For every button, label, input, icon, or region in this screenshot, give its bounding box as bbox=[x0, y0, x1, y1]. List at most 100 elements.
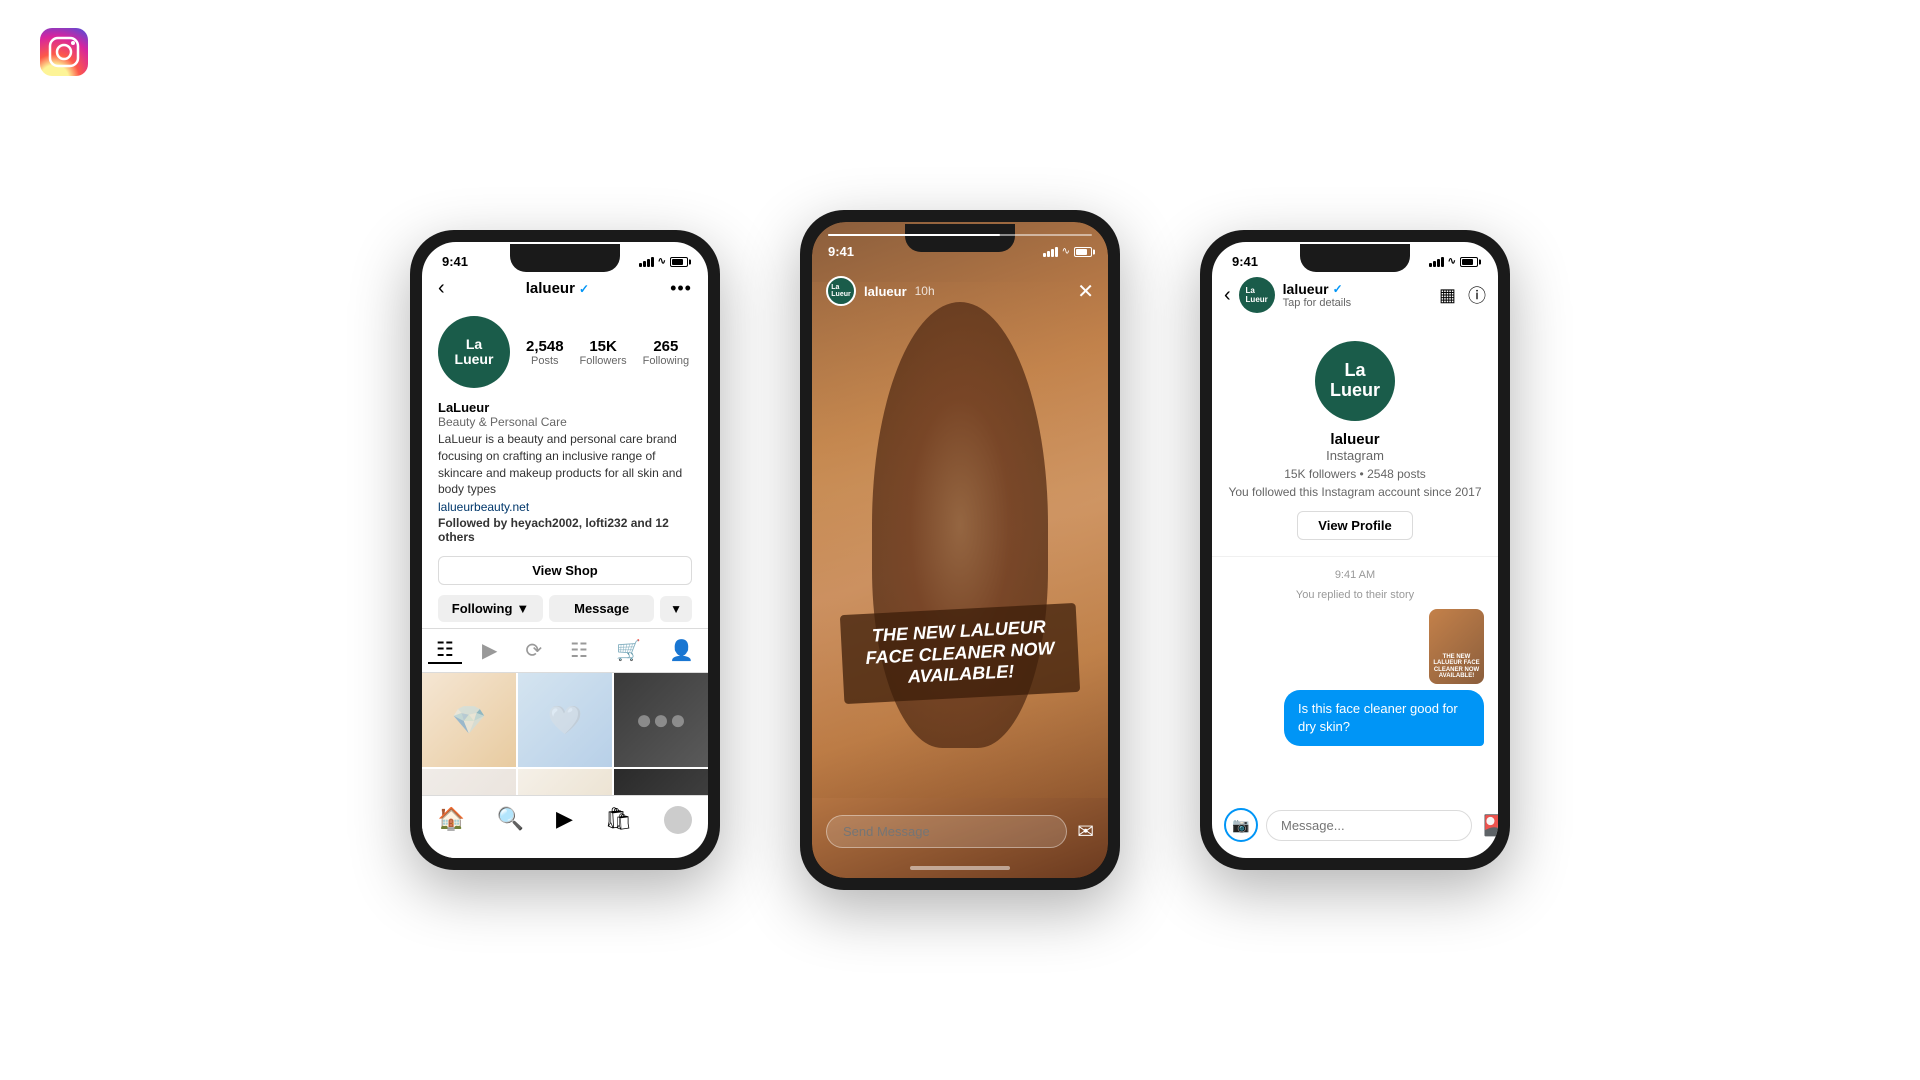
reels-nav-icon[interactable]: ▶ bbox=[556, 806, 573, 834]
grid-cell-3[interactable]: ●●● bbox=[614, 673, 708, 767]
dm-header-avatar[interactable]: LaLueur bbox=[1239, 277, 1275, 313]
grid-tab[interactable]: ☷ bbox=[428, 637, 462, 664]
dm-subtitle[interactable]: Tap for details bbox=[1283, 297, 1431, 309]
action-buttons: Following ▼ Message ▼ bbox=[422, 589, 708, 628]
dm-profile-stats: 15K followers • 2548 posts bbox=[1284, 467, 1426, 481]
dm-header: ‹ LaLueur lalueur ✓ Tap for details ▦ ⓘ bbox=[1212, 273, 1498, 321]
stats-row: 2,548 Posts 15K Followers 265 Following bbox=[526, 338, 692, 367]
back-button-3[interactable]: ‹ bbox=[1224, 284, 1231, 307]
shop-nav-icon[interactable]: 🛍 bbox=[605, 806, 633, 834]
story-text: THE NEW LALUEUR FACE CLEANER NOW AVAILAB… bbox=[856, 616, 1063, 691]
view-shop-button[interactable]: View Shop bbox=[438, 556, 692, 585]
status-time-3: 9:41 bbox=[1232, 254, 1258, 269]
dm-messages: 9:41 AM You replied to their story THE N… bbox=[1212, 557, 1498, 758]
dm-profile-name: lalueur bbox=[1330, 431, 1379, 448]
sticker-button[interactable]: 🎴 bbox=[1480, 813, 1498, 838]
story-time-ago: 10h bbox=[915, 284, 935, 298]
story-bottom: ✉ bbox=[812, 815, 1108, 848]
dm-screen: 9:41 ∿ ‹ LaLueur bbox=[1212, 242, 1498, 858]
profile-nav-avatar[interactable] bbox=[664, 806, 692, 834]
story-status-time: 9:41 bbox=[828, 244, 854, 259]
following-stat: 265 Following bbox=[643, 338, 689, 367]
bio-link[interactable]: lalueurbeauty.net bbox=[438, 500, 692, 514]
story-message-input[interactable] bbox=[826, 815, 1067, 848]
followers-stat: 15K Followers bbox=[580, 338, 627, 367]
battery-icon-1 bbox=[670, 257, 688, 267]
dm-message-input[interactable] bbox=[1266, 810, 1472, 841]
phone-profile: 9:41 ∿ ‹ lalueur ✓ bbox=[410, 230, 720, 870]
dm-message-bubble: Is this face cleaner good for dry skin? bbox=[1284, 690, 1484, 746]
tagged-tab[interactable]: ⟳ bbox=[517, 638, 550, 663]
phones-container: 9:41 ∿ ‹ lalueur ✓ bbox=[410, 210, 1510, 890]
profile-username-header: lalueur bbox=[526, 280, 575, 297]
story-text-overlay: THE NEW LALUEUR FACE CLEANER NOW AVAILAB… bbox=[840, 603, 1080, 704]
story-status-icons: ∿ bbox=[1043, 246, 1092, 257]
view-profile-button[interactable]: View Profile bbox=[1297, 511, 1412, 540]
status-bar-3: 9:41 ∿ bbox=[1212, 242, 1498, 273]
dm-profile-card: LaLueur lalueur Instagram 15K followers … bbox=[1212, 321, 1498, 557]
story-time-status: 9:41 ∿ bbox=[828, 244, 1092, 259]
bio-category: Beauty & Personal Care bbox=[438, 415, 692, 429]
dm-story-reply: THE NEW LALUEUR FACE CLEANER NOW AVAILAB… bbox=[1226, 609, 1484, 684]
close-story-button[interactable]: ✕ bbox=[1077, 279, 1094, 304]
dm-time-label: 9:41 AM bbox=[1226, 569, 1484, 581]
reels-tab[interactable]: ▶ bbox=[474, 638, 505, 663]
story-send-button[interactable]: ✉ bbox=[1077, 819, 1094, 844]
profile-tab[interactable]: 👤 bbox=[661, 638, 702, 663]
profile-header: ‹ lalueur ✓ ••• bbox=[422, 273, 708, 308]
dm-story-thumb-text: THE NEW LALUEUR FACE CLEANER NOW AVAILAB… bbox=[1431, 654, 1482, 680]
story-avatar[interactable]: LaLueur bbox=[826, 276, 856, 306]
dm-emoji-buttons: 🎴 😀 bbox=[1480, 813, 1498, 838]
dm-profile-avatar: LaLueur bbox=[1315, 341, 1395, 421]
bio-name: LaLueur bbox=[438, 400, 692, 415]
home-nav-icon[interactable]: 🏠 bbox=[438, 806, 465, 834]
avatar-text-1: LaLueur bbox=[455, 337, 494, 368]
grid-cell-2[interactable]: 🤍 bbox=[518, 673, 612, 767]
back-button-1[interactable]: ‹ bbox=[438, 277, 445, 300]
search-nav-icon[interactable]: 🔍 bbox=[497, 806, 524, 834]
dm-replied-label: You replied to their story bbox=[1226, 589, 1484, 601]
chevron-down-icon: ▼ bbox=[516, 601, 529, 616]
story-home-indicator bbox=[910, 866, 1010, 870]
wifi-icon-2: ∿ bbox=[1062, 246, 1070, 257]
status-time-1: 9:41 bbox=[442, 254, 468, 269]
phone-dm: 9:41 ∿ ‹ LaLueur bbox=[1200, 230, 1510, 870]
dm-header-icons: ▦ ⓘ bbox=[1439, 282, 1486, 308]
profile-screen: 9:41 ∿ ‹ lalueur ✓ bbox=[422, 242, 708, 858]
following-button[interactable]: Following ▼ bbox=[438, 595, 543, 622]
dm-input-bar: 📷 🎴 😀 bbox=[1224, 808, 1486, 842]
video-call-icon[interactable]: ▦ bbox=[1439, 285, 1456, 306]
avatar-1: LaLueur bbox=[438, 316, 510, 388]
status-bar-1: 9:41 ∿ bbox=[422, 242, 708, 273]
wifi-icon-1: ∿ bbox=[658, 256, 666, 267]
status-icons-1: ∿ bbox=[639, 256, 688, 267]
grid-cell-1[interactable]: 💎 bbox=[422, 673, 516, 767]
expand-button[interactable]: ▼ bbox=[660, 596, 692, 622]
battery-icon-2 bbox=[1074, 247, 1092, 257]
profile-title: lalueur ✓ bbox=[526, 280, 589, 297]
info-icon[interactable]: ⓘ bbox=[1468, 282, 1486, 308]
verified-badge-3: ✓ bbox=[1333, 282, 1343, 296]
signal-icon-1 bbox=[639, 257, 654, 267]
story-username: lalueur bbox=[864, 284, 907, 299]
story-screen: 9:41 ∿ bbox=[812, 222, 1108, 878]
dm-message-row: Is this face cleaner good for dry skin? bbox=[1226, 690, 1484, 746]
dm-profile-since: You followed this Instagram account sinc… bbox=[1228, 485, 1481, 499]
dm-profile-platform: Instagram bbox=[1326, 448, 1384, 463]
camera-button[interactable]: 📷 bbox=[1224, 808, 1258, 842]
status-icons-3: ∿ bbox=[1429, 256, 1478, 267]
bio-followers: Followed by heyach2002, lofti232 and 12 … bbox=[438, 516, 692, 544]
content-tabs: ☷ ▶ ⟳ ☷ 🛒 👤 bbox=[422, 628, 708, 673]
message-button[interactable]: Message bbox=[549, 595, 654, 622]
profile-bio: LaLueur Beauty & Personal Care LaLueur i… bbox=[422, 396, 708, 552]
following-label: Following bbox=[643, 355, 689, 367]
shop-tab[interactable]: 🛒 bbox=[608, 638, 649, 663]
dm-user-info: lalueur ✓ Tap for details bbox=[1283, 281, 1431, 309]
instagram-logo bbox=[40, 28, 88, 81]
verified-badge-1: ✓ bbox=[579, 282, 589, 296]
profile-info: LaLueur 2,548 Posts 15K Followers 265 Fo… bbox=[422, 308, 708, 396]
collab-tab[interactable]: ☷ bbox=[562, 638, 596, 663]
dm-story-thumbnail[interactable]: THE NEW LALUEUR FACE CLEANER NOW AVAILAB… bbox=[1429, 609, 1484, 684]
signal-icon-2 bbox=[1043, 247, 1058, 257]
more-options-button-1[interactable]: ••• bbox=[670, 278, 692, 299]
